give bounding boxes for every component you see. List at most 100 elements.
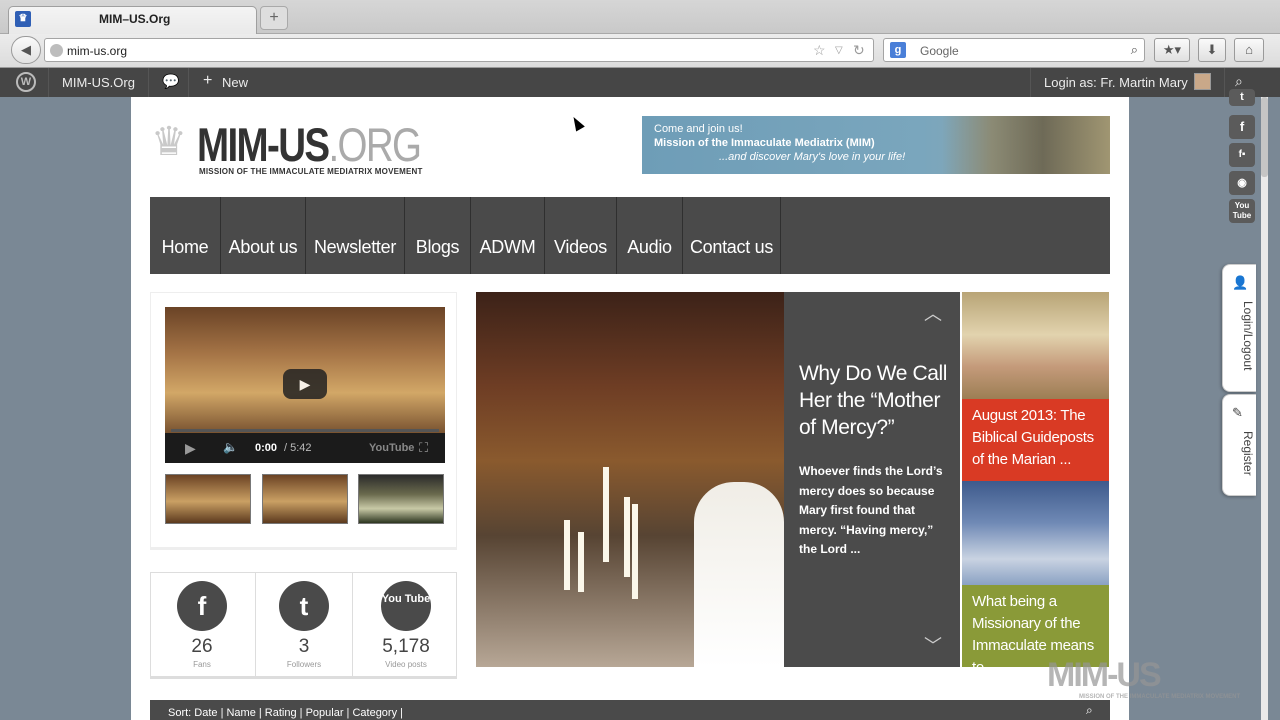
youtube-logo[interactable]: YouTube xyxy=(369,442,414,454)
divider xyxy=(148,68,149,97)
banner-line-2: Mission of the Immaculate Mediatrix (MIM… xyxy=(654,137,875,149)
address-bar[interactable]: mim-us.org ☆ ▽ ↻ xyxy=(44,38,874,62)
video-player[interactable]: ▶ ▶ 🔈 0:00 / 5:42 YouTube ⛶ xyxy=(165,307,445,463)
divider xyxy=(188,68,189,97)
logo-tagline: MISSION OF THE IMMACULATE MEDIATRIX MOVE… xyxy=(199,167,423,176)
bookmark-star-icon[interactable]: ☆ xyxy=(813,42,826,59)
plus-icon[interactable]: + xyxy=(203,72,212,90)
youtube-float-icon[interactable]: You Tube xyxy=(1229,199,1255,223)
candle xyxy=(603,467,609,562)
logo-org-text: .ORG xyxy=(328,118,422,171)
nav-item-adwm[interactable]: ADWM xyxy=(471,197,545,274)
play-icon[interactable]: ▶ xyxy=(185,440,196,457)
divider xyxy=(1030,68,1031,97)
avatar[interactable] xyxy=(1194,73,1211,90)
search-bar[interactable]: g Google ⌕ xyxy=(883,38,1145,62)
nav-item-about-us[interactable]: About us xyxy=(221,197,306,274)
nav-item-home[interactable]: Home xyxy=(150,197,221,274)
search-icon[interactable]: ⌕ xyxy=(1131,42,1138,58)
play-button-icon[interactable]: ▶ xyxy=(283,369,327,399)
scrollbar-thumb[interactable] xyxy=(1261,97,1268,177)
edit-icon: ✎ xyxy=(1232,405,1243,420)
twitter-stat[interactable]: t 3 Followers xyxy=(255,573,353,677)
globe-icon xyxy=(50,44,63,57)
slider-down-arrow-icon[interactable]: ﹀ xyxy=(924,632,942,658)
sort-search-icon[interactable]: ⌕ xyxy=(1086,703,1093,718)
nav-item-newsletter[interactable]: Newsletter xyxy=(306,197,405,274)
wp-new-link[interactable]: New xyxy=(222,75,248,90)
wp-site-name[interactable]: MIM-US.Org xyxy=(62,75,135,90)
facebook-count: 26 xyxy=(191,636,213,657)
rss-float-icon[interactable]: ◉ xyxy=(1229,171,1255,195)
banner-line-1: Come and join us! xyxy=(654,123,743,135)
login-logout-label: Login/Logout xyxy=(1241,301,1255,371)
bookmarks-button[interactable]: ★▾ xyxy=(1154,38,1190,62)
video-thumbnail[interactable] xyxy=(165,474,251,524)
browser-toolbar: ◀ mim-us.org ☆ ▽ ↻ g Google ⌕ ★▾ ⬇ ⌂ xyxy=(0,34,1280,68)
new-tab-button[interactable]: + xyxy=(260,6,288,30)
flickr-float-icon[interactable]: f▪ xyxy=(1229,143,1255,167)
candle xyxy=(632,504,638,599)
volume-icon[interactable]: 🔈 xyxy=(223,440,238,454)
tab-title: MIM–US.Org xyxy=(99,12,171,26)
watermark-sub: MISSION OF THE IMMACULATE MEDIATRIX MOVE… xyxy=(1079,694,1241,700)
header-banner[interactable]: Come and join us! Mission of the Immacul… xyxy=(642,116,1110,174)
side-post-title[interactable]: August 2013: The Biblical Guideposts of … xyxy=(962,399,1109,481)
wp-admin-bar: W MIM-US.Org 💬 + New Login as: Fr. Marti… xyxy=(0,68,1280,97)
register-tab[interactable]: ✎ Register xyxy=(1222,394,1256,496)
login-logout-tab[interactable]: 👤 Login/Logout xyxy=(1222,264,1256,392)
downloads-icon[interactable]: ⬇ xyxy=(1198,38,1226,62)
comments-icon[interactable]: 💬 xyxy=(162,73,179,90)
facebook-stat[interactable]: f 26 Fans xyxy=(153,573,251,677)
wordpress-logo-icon[interactable]: W xyxy=(16,72,36,92)
facebook-label: Fans xyxy=(193,660,211,669)
video-thumbnail[interactable] xyxy=(262,474,348,524)
twitter-count: 3 xyxy=(298,636,310,657)
site-favicon-icon: ♛ xyxy=(15,11,31,27)
candle xyxy=(578,532,584,592)
home-icon[interactable]: ⌂ xyxy=(1234,38,1264,62)
divider xyxy=(352,573,353,677)
nav-item-videos[interactable]: Videos xyxy=(545,197,617,274)
youtube-stat[interactable]: You Tube 5,178 Video posts xyxy=(357,573,455,677)
nav-item-blogs[interactable]: Blogs xyxy=(405,197,471,274)
history-dropdown-icon[interactable]: ▽ xyxy=(835,45,843,56)
video-controls: ▶ 🔈 0:00 / 5:42 YouTube ⛶ xyxy=(165,429,445,463)
side-post-title[interactable]: What being a Missionary of the Immaculat… xyxy=(962,585,1109,676)
nav-item-contact-us[interactable]: Contact us xyxy=(683,197,781,274)
side-post-image[interactable] xyxy=(962,292,1109,399)
video-widget: ▶ ▶ 🔈 0:00 / 5:42 YouTube ⛶ xyxy=(150,292,457,550)
facebook-float-icon[interactable]: f xyxy=(1229,115,1255,139)
admin-search-icon[interactable]: ⌕ xyxy=(1235,73,1243,90)
video-progress-bar[interactable] xyxy=(171,429,439,432)
twitter-icon: t xyxy=(279,581,329,631)
twitter-label: Followers xyxy=(286,660,322,669)
video-thumbnail[interactable] xyxy=(358,474,444,524)
fullscreen-icon[interactable]: ⛶ xyxy=(419,440,428,456)
crown-logo-icon: ♛ xyxy=(151,120,187,164)
sort-options[interactable]: Sort: Date | Name | Rating | Popular | C… xyxy=(168,707,403,719)
twitter-float-icon[interactable]: t xyxy=(1229,89,1255,106)
side-post-image[interactable] xyxy=(962,481,1109,585)
site-logo[interactable]: MIM-US.ORG xyxy=(197,117,422,172)
nav-item-audio[interactable]: Audio xyxy=(617,197,683,274)
url-text: mim-us.org xyxy=(67,44,128,58)
browser-tab[interactable]: ♛ MIM–US.Org xyxy=(8,6,257,34)
video-current-time: 0:00 xyxy=(255,442,278,454)
slide-heading[interactable]: Why Do We Call Her the “Mother of Mercy?… xyxy=(799,360,949,441)
google-engine-icon[interactable]: g xyxy=(890,42,906,58)
reload-icon[interactable]: ↻ xyxy=(853,42,865,59)
user-icon: 👤 xyxy=(1232,275,1249,290)
wp-login-link[interactable]: Login as: Fr. Martin Mary xyxy=(1044,75,1188,90)
featured-slide-text: ︿ Why Do We Call Her the “Mother of Merc… xyxy=(784,292,960,667)
watermark-main: MIM-US xyxy=(1047,656,1162,694)
banner-photo xyxy=(942,116,1110,174)
facebook-icon: f xyxy=(177,581,227,631)
video-duration: / 5:42 xyxy=(284,442,312,454)
slider-up-arrow-icon[interactable]: ︿ xyxy=(924,300,942,326)
back-button[interactable]: ◀ xyxy=(11,36,41,64)
featured-slide-image[interactable] xyxy=(476,292,784,667)
youtube-label: Video posts xyxy=(385,660,427,669)
page-scrollbar[interactable] xyxy=(1261,97,1268,720)
youtube-count: 5,178 xyxy=(382,636,430,657)
